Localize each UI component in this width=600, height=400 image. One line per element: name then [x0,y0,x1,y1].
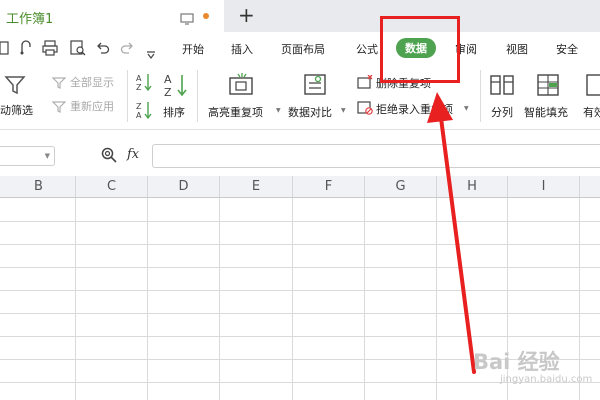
watermark-logo: Bai 经验 [473,350,560,374]
pointer-arrow-icon [427,92,476,374]
watermark-url: jingyan.baidu.com [500,374,593,385]
spreadsheet-window: 工作簿1 + 开始 插入 页面布局 公式 数据 审阅 视图 安全 动筛选 全部显… [0,0,600,400]
